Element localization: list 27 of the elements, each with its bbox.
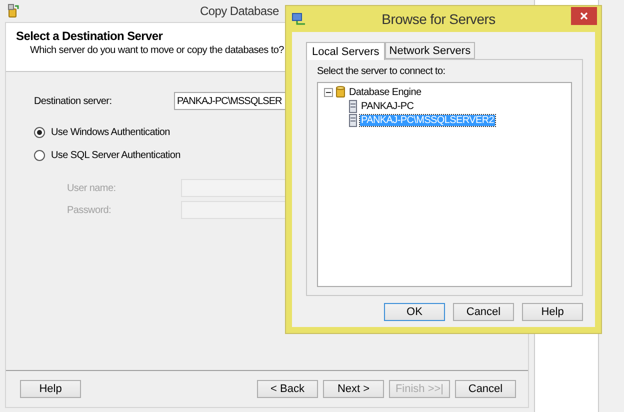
database-icon [336, 86, 345, 98]
collapse-icon[interactable] [324, 88, 333, 96]
footer-button[interactable]: Cancel [455, 380, 516, 398]
dialog-button[interactable]: Help [522, 303, 583, 321]
footer-button[interactable]: Help [20, 380, 81, 398]
page-title: Select a Destination Server [16, 29, 163, 43]
app-icon [8, 4, 20, 18]
close-icon [580, 12, 588, 20]
network-icon [292, 12, 306, 26]
radio-button[interactable] [34, 127, 45, 138]
prompt-text: Select the server to connect to: [317, 66, 446, 77]
tab[interactable]: Network Servers [385, 42, 475, 59]
field-label: User name: [67, 182, 117, 194]
radio-label: Use SQL Server Authentication [51, 150, 180, 161]
field-label: Destination server: [34, 96, 113, 106]
footer-button[interactable]: < Back [257, 380, 318, 398]
window-title: Copy Database [200, 4, 279, 18]
dialog-button[interactable]: OK [384, 303, 445, 321]
tab[interactable]: Local Servers [306, 42, 386, 60]
dialog-title: Browse for Servers [380, 11, 496, 27]
close-button[interactable] [571, 7, 597, 25]
dialog-button[interactable]: Cancel [453, 303, 514, 321]
radio-button[interactable] [34, 150, 45, 161]
radio-label: Use Windows Authentication [51, 127, 170, 138]
page-subtitle: Which server do you want to move or copy the databases to? [30, 45, 284, 56]
footer-button[interactable]: Next > [323, 380, 384, 398]
field-label: Password: [67, 204, 112, 216]
